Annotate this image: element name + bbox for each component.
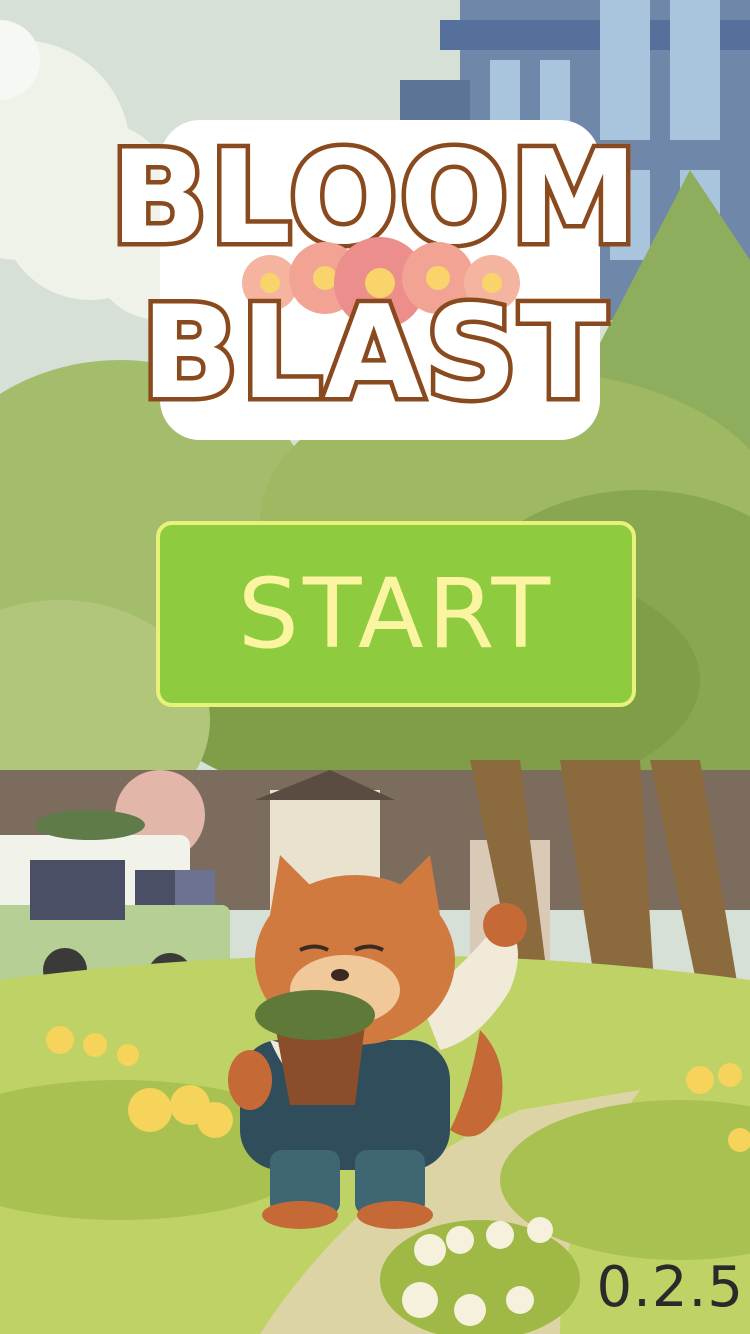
start-button[interactable]: START (156, 521, 636, 707)
version-label: 0.2.5 (596, 1255, 744, 1320)
start-button-label: START (237, 558, 555, 670)
logo-title-line2-text: BLAST (137, 279, 612, 428)
logo-title-line2: BLAST (0, 285, 750, 422)
